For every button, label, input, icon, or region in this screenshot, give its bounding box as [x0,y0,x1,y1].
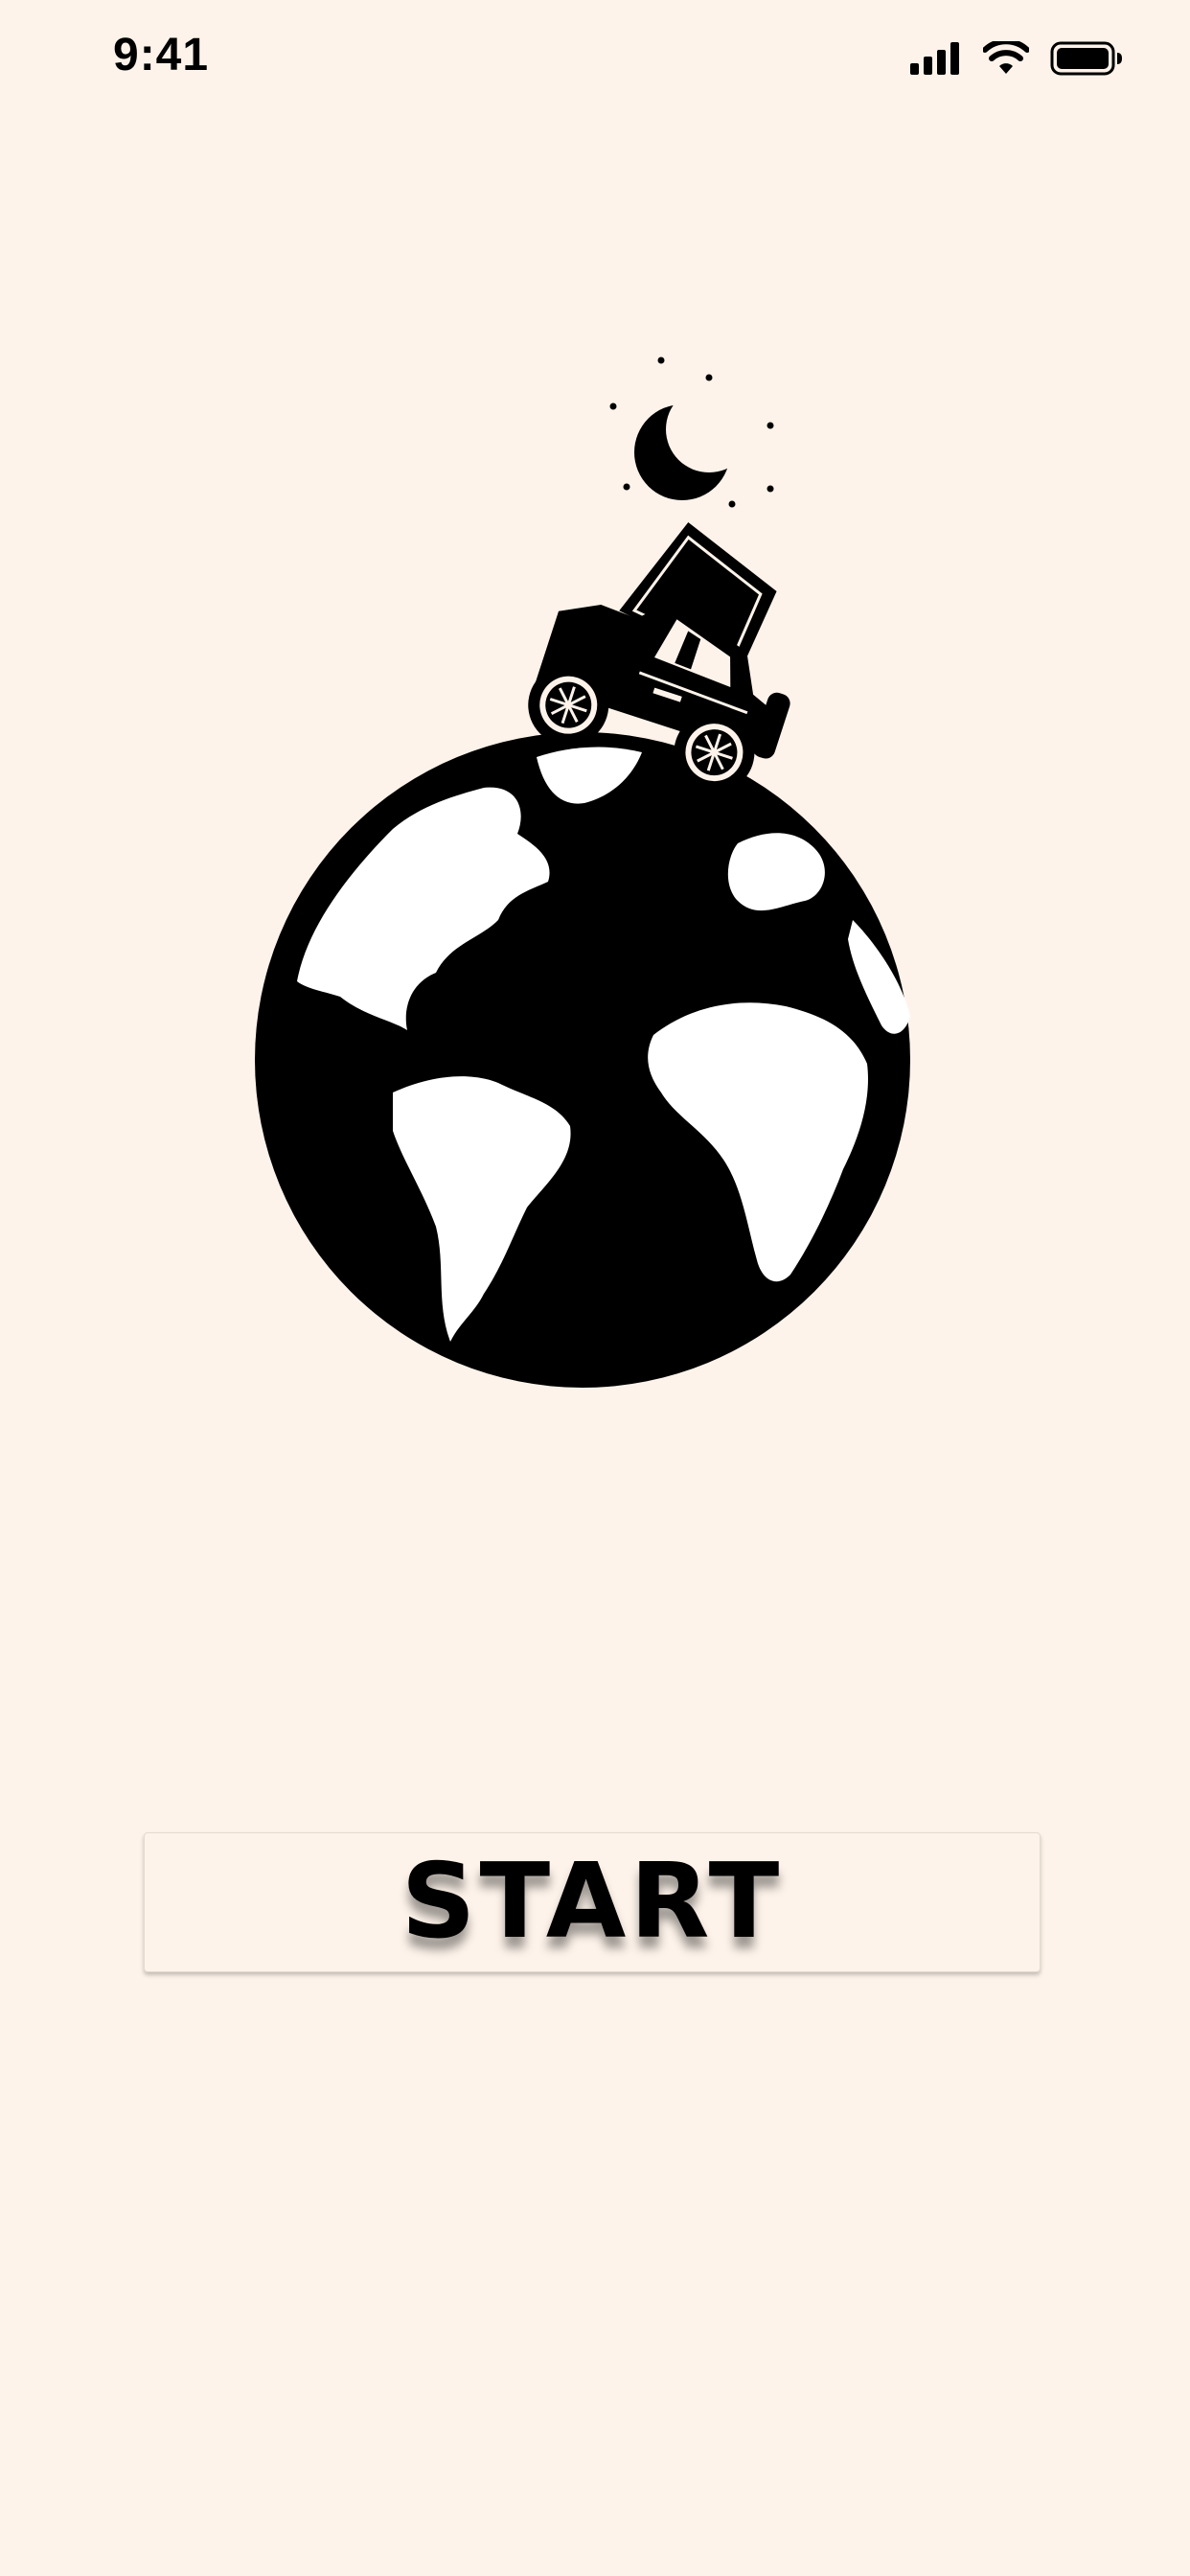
status-bar: 9:41 [0,0,1190,125]
status-icons [910,34,1123,82]
wifi-icon [983,41,1029,76]
battery-icon [1050,41,1123,76]
start-screen: 9:41 START [0,0,1190,2576]
hero-illustration [240,345,929,1399]
cellular-signal-icon [910,42,962,75]
globe-icon [255,732,910,1388]
start-button[interactable]: START [144,1832,1041,1972]
moon-icon [634,386,752,500]
status-time: 9:41 [113,30,210,80]
start-button-label: START [400,1842,784,1962]
